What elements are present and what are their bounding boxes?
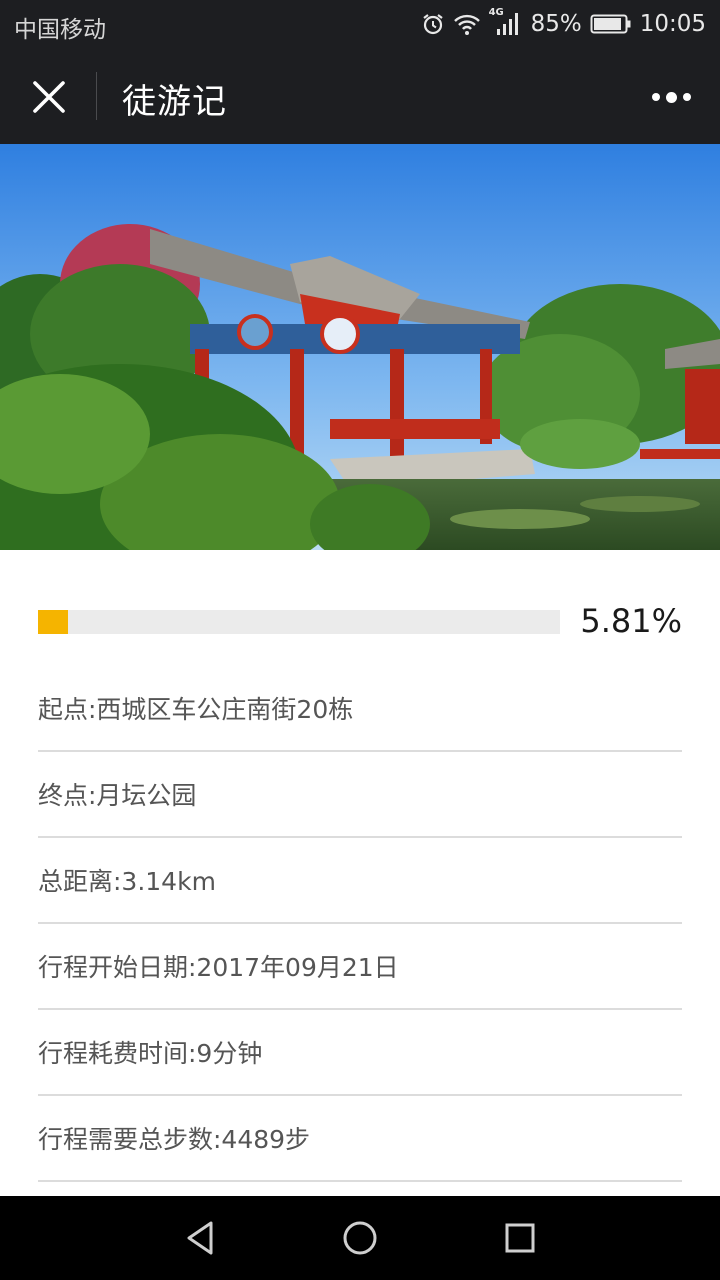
signal-icon: 4G xyxy=(489,7,523,37)
back-icon xyxy=(187,1221,213,1255)
page-title: 徒游记 xyxy=(122,82,227,122)
more-icon xyxy=(651,91,691,103)
carrier-label: 中国移动 xyxy=(14,17,106,43)
wifi-icon xyxy=(453,12,481,36)
battery-icon xyxy=(590,13,632,35)
close-button[interactable] xyxy=(22,70,76,124)
home-button[interactable] xyxy=(338,1216,382,1260)
progress-fill xyxy=(38,610,69,634)
title-bar: 徒游记 xyxy=(0,50,720,144)
back-button[interactable] xyxy=(178,1216,222,1260)
progress-row: 5.81% xyxy=(38,598,682,648)
hero-image xyxy=(0,144,720,550)
status-bar: 中国移动 4G 85% 10:05 xyxy=(0,0,720,50)
trip-info-list: 起点:西城区车公庄南街20栋 终点:月坛公园 总距离:3.14km 行程开始日期… xyxy=(38,666,682,1182)
total-distance: 总距离:3.14km xyxy=(38,838,682,924)
title-divider xyxy=(96,72,97,120)
more-button[interactable] xyxy=(644,72,698,122)
status-icons: 4G 85% 10:05 xyxy=(421,7,706,39)
time-spent: 行程耗费时间:9分钟 xyxy=(38,1010,682,1096)
start-date: 行程开始日期:2017年09月21日 xyxy=(38,924,682,1010)
battery-percent: 85% xyxy=(530,11,582,37)
close-icon xyxy=(33,81,65,113)
home-icon xyxy=(343,1221,377,1255)
alarm-icon xyxy=(421,12,445,36)
system-nav-bar xyxy=(0,1196,720,1280)
clock: 10:05 xyxy=(639,11,706,37)
progress-track xyxy=(38,610,560,634)
end-point: 终点:月坛公园 xyxy=(38,752,682,838)
start-point: 起点:西城区车公庄南街20栋 xyxy=(38,666,682,752)
recents-icon xyxy=(505,1223,535,1253)
total-steps: 行程需要总步数:4489步 xyxy=(38,1096,682,1182)
recents-button[interactable] xyxy=(498,1216,542,1260)
progress-percent: 5.81% xyxy=(580,602,682,640)
